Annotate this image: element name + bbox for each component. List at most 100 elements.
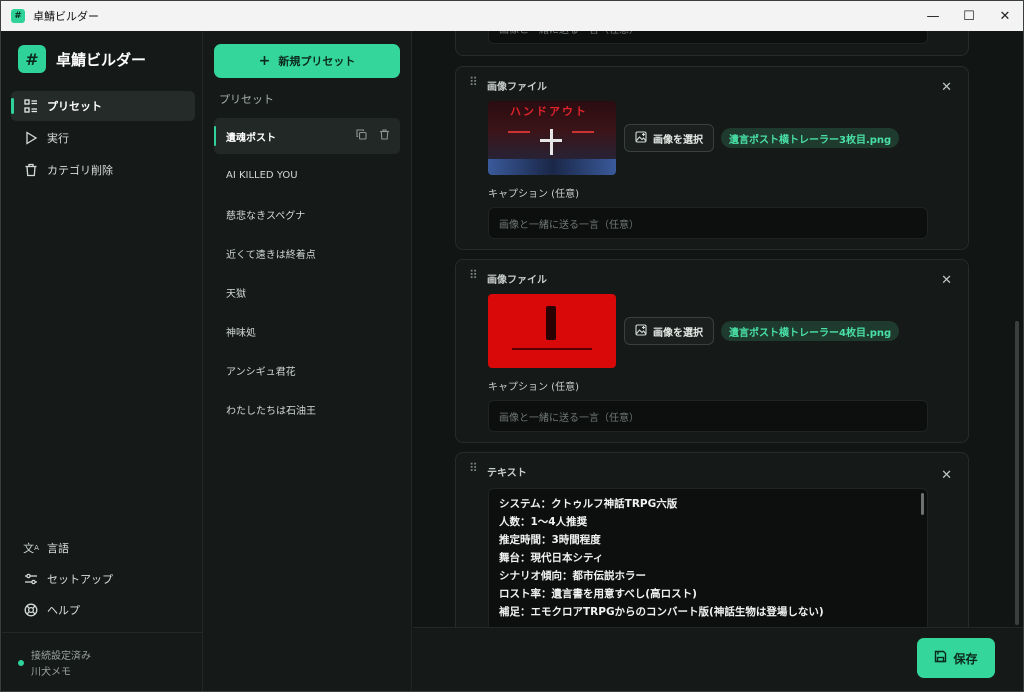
nav-label: 実行 (47, 132, 69, 145)
drag-handle-icon[interactable]: ⠿ (469, 76, 478, 88)
footer-bar: 保存 (413, 627, 1023, 691)
text-block: ⠿ テキスト ✕ システム：クトゥルフ神話TRPG六版 人数：1〜4人推奨 推定… (455, 452, 969, 627)
status-subtext: 川犬メモ (31, 667, 71, 678)
title-bar: # 卓鯖ビルダー — ☐ ✕ (1, 1, 1023, 31)
text-line: 舞台：現代日本シティ (499, 552, 604, 564)
text-line: システム：クトゥルフ神話TRPG六版 (499, 498, 678, 510)
image-block: ⠿ 画像ファイル ✕ ハンドアウト 画像を選択 遺言ポスト横トレーラー3枚目.p… (455, 66, 969, 250)
main-nav: プリセット 実行 カテゴリ削除 (11, 91, 195, 187)
bottom-nav: 文A 言語 セットアップ ヘルプ (11, 533, 195, 626)
preset-label: アンシギュ君花 (226, 366, 296, 378)
nav-label: プリセット (47, 100, 102, 113)
text-line: ロスト率：遺言書を用意すべし(高ロスト) (499, 588, 697, 600)
nav-item-delete-category[interactable]: カテゴリ削除 (11, 155, 195, 185)
image-thumbnail (488, 294, 616, 368)
maximize-button[interactable]: ☐ (951, 1, 987, 31)
preset-item[interactable]: アンシギュ君花 (214, 352, 400, 388)
text-editor[interactable]: システム：クトゥルフ神話TRPG六版 人数：1〜4人推奨 推定時間：3時間程度 … (488, 488, 928, 627)
copy-icon[interactable] (356, 129, 367, 143)
text-line: 補足：エモクロアTRPGからのコンバート版(神話生物は登場しない) (499, 606, 824, 618)
nav-item-presets[interactable]: プリセット (11, 91, 195, 121)
image-thumbnail: ハンドアウト (488, 101, 616, 175)
trash-icon (23, 162, 39, 178)
close-window-button[interactable]: ✕ (987, 1, 1023, 31)
previous-card: 画像と一緒に送る一言（任意） (455, 31, 969, 56)
trash-icon[interactable] (379, 129, 390, 143)
close-icon[interactable]: ✕ (941, 273, 952, 288)
minimize-button[interactable]: — (915, 1, 951, 31)
grid-list-icon (23, 98, 39, 114)
preset-actions (356, 129, 390, 143)
caption-input[interactable]: 画像と一緒に送る一言（任意） (488, 31, 928, 44)
preset-label: AI KILLED YOU (226, 169, 298, 181)
preset-panel: + 新規プリセット プリセット 遺魂ポスト AI KILLED YOU 慈悲なき… (203, 31, 412, 691)
connection-status: 接続設定済み 川犬メモ (2, 632, 202, 691)
nav-item-run[interactable]: 実行 (11, 123, 195, 153)
new-preset-button[interactable]: + 新規プリセット (214, 44, 400, 78)
main-scrollbar[interactable] (1012, 31, 1022, 627)
app-icon: # (11, 9, 25, 23)
preset-item[interactable]: 神味処 (214, 313, 400, 349)
app-window: # 卓鯖ビルダー — ☐ ✕ # 卓鯖ビルダー プリセット 実行 カテゴリ削除 … (0, 0, 1024, 692)
text-line: シナリオ傾向：都市伝説ホラー (499, 570, 646, 582)
caption-input[interactable]: 画像と一緒に送る一言（任意） (488, 207, 928, 239)
preset-item[interactable]: 天獄 (214, 274, 400, 310)
sliders-icon (23, 571, 39, 587)
lifebuoy-icon (23, 602, 39, 618)
preset-label: わたしたちは石油王 (226, 405, 316, 417)
image-block: ⠿ 画像ファイル ✕ 画像を選択 遺言ポスト横トレーラー4枚目.png キャプシ… (455, 259, 969, 443)
preset-list: 遺魂ポスト AI KILLED YOU 慈悲なきスペグナ 近くて遠きは終着点 天… (214, 118, 400, 430)
preset-item[interactable]: 慈悲なきスペグナ (214, 196, 400, 232)
preset-item[interactable]: 近くて遠きは終着点 (214, 235, 400, 271)
caption-label: キャプション (任意) (488, 382, 579, 393)
new-preset-label: 新規プリセット (278, 55, 356, 68)
block-title: テキスト (487, 468, 527, 479)
status-dot (18, 660, 24, 666)
drag-handle-icon[interactable]: ⠿ (469, 462, 478, 474)
save-label: 保存 (953, 651, 978, 666)
nav-item-setup[interactable]: セットアップ (11, 564, 195, 594)
close-icon[interactable]: ✕ (941, 468, 952, 483)
select-image-label: 画像を選択 (653, 327, 703, 339)
select-image-button[interactable]: 画像を選択 (624, 317, 714, 345)
save-button[interactable]: 保存 (917, 638, 995, 678)
file-name-chip: 遺言ポスト横トレーラー3枚目.png (721, 128, 900, 148)
preset-label: 慈悲なきスペグナ (226, 210, 306, 222)
preset-label: 近くて遠きは終着点 (226, 249, 316, 261)
editor-area: 画像と一緒に送る一言（任意） ⠿ 画像ファイル ✕ ハンドアウト 画像を選択 遺… (413, 31, 1023, 627)
nav-label: 言語 (47, 542, 69, 555)
brand: # 卓鯖ビルダー (18, 45, 146, 73)
thumb-title: ハンドアウト (510, 105, 588, 118)
text-line: 推定時間：3時間程度 (499, 534, 601, 546)
file-name-chip: 遺言ポスト横トレーラー4枚目.png (721, 321, 900, 341)
textarea-scrollbar[interactable] (921, 493, 924, 515)
translate-icon: 文A (23, 542, 39, 555)
status-text: 接続設定済み (31, 651, 91, 662)
block-title: 画像ファイル (487, 275, 547, 286)
plus-icon: + (258, 53, 271, 69)
preset-item[interactable]: AI KILLED YOU (214, 157, 400, 193)
brand-name: 卓鯖ビルダー (56, 50, 147, 69)
nav-label: セットアップ (47, 573, 113, 586)
select-image-button[interactable]: 画像を選択 (624, 124, 714, 152)
hash-logo-icon: # (18, 45, 46, 73)
window-title: 卓鯖ビルダー (33, 10, 99, 23)
scroll-thumb[interactable] (1015, 321, 1019, 625)
nav-item-language[interactable]: 文A 言語 (11, 533, 195, 563)
play-icon (23, 130, 39, 146)
drag-handle-icon[interactable]: ⠿ (469, 269, 478, 281)
select-image-label: 画像を選択 (653, 134, 703, 146)
nav-label: カテゴリ削除 (47, 164, 113, 177)
preset-item[interactable]: わたしたちは石油王 (214, 391, 400, 427)
block-title: 画像ファイル (487, 82, 547, 93)
close-icon[interactable]: ✕ (941, 80, 952, 95)
nav-item-help[interactable]: ヘルプ (11, 595, 195, 625)
image-add-icon (635, 323, 647, 339)
text-line: 人数：1〜4人推奨 (499, 516, 588, 528)
preset-label: 神味処 (226, 327, 256, 339)
preset-item[interactable]: 遺魂ポスト (214, 118, 400, 154)
caption-input[interactable]: 画像と一緒に送る一言（任意） (488, 400, 928, 432)
sidebar: # 卓鯖ビルダー プリセット 実行 カテゴリ削除 文 A 言語 セットアップ ヘ… (2, 31, 203, 691)
preset-label: 天獄 (226, 288, 246, 300)
preset-label: 遺魂ポスト (226, 132, 276, 144)
